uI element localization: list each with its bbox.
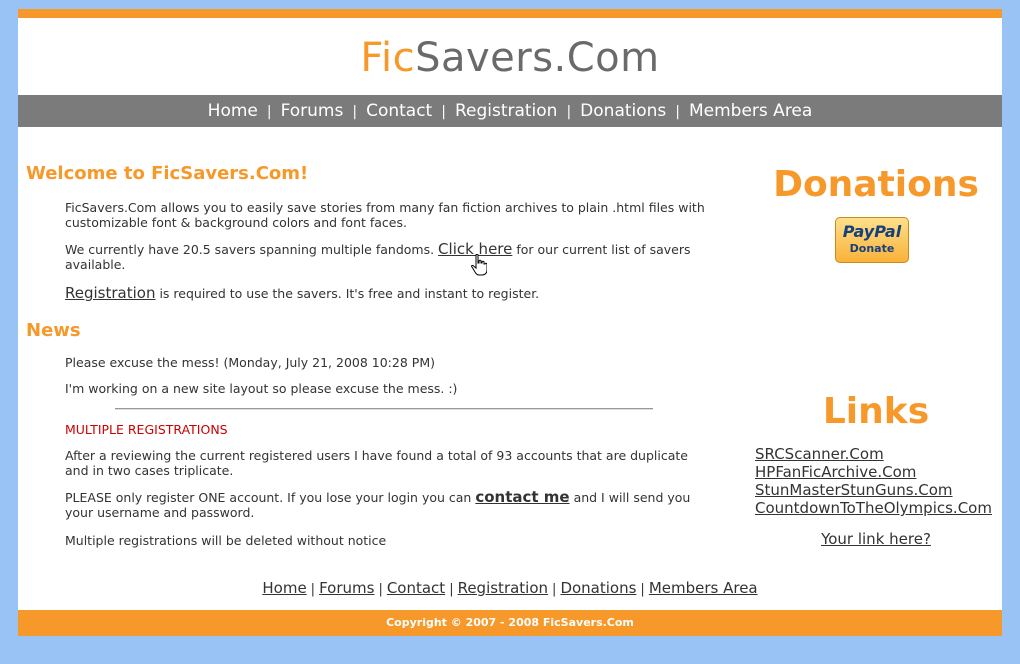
footer-nav: Home | Forums | Contact | Registration | Donatio… bbox=[18, 579, 1002, 597]
donations-title: Donations bbox=[773, 164, 979, 205]
link-srcscanner[interactable]: SRCScanner.Com bbox=[755, 445, 992, 463]
footer-separator: | bbox=[640, 582, 645, 597]
nav-separator: | bbox=[441, 104, 446, 120]
top-nav: Home | Forums | Contact | Registration | Donatio… bbox=[18, 95, 1002, 127]
links-title: Links bbox=[822, 391, 930, 432]
register-text: Registration is required to use the save… bbox=[65, 284, 715, 302]
nav-separator: | bbox=[675, 104, 680, 120]
savers-text: We currently have 20.5 savers spanning m… bbox=[65, 242, 715, 273]
register-once-text: PLEASE only register ONE account. If you… bbox=[65, 488, 715, 521]
top-accent-bar bbox=[18, 9, 1002, 18]
footer-nav-members-area[interactable]: Members Area bbox=[649, 579, 758, 597]
site-logo[interactable]: FicSavers.Com bbox=[18, 36, 1002, 80]
news-heading: News bbox=[26, 320, 81, 341]
footer-separator: | bbox=[378, 582, 383, 597]
link-hpfanficarchive[interactable]: HPFanFicArchive.Com bbox=[755, 463, 992, 481]
link-countdown-olympics[interactable]: CountdownToTheOlympics.Com bbox=[755, 499, 992, 517]
nav-separator: | bbox=[352, 104, 358, 120]
footer-nav-home[interactable]: Home bbox=[262, 579, 306, 597]
multiple-registrations-heading: MULTIPLE REGISTRATIONS bbox=[65, 422, 228, 437]
news-message: I'm working on a new site layout so plea… bbox=[65, 381, 458, 396]
hand-pointer-cursor-icon bbox=[471, 254, 487, 276]
registration-link[interactable]: Registration bbox=[65, 284, 155, 302]
footer-nav-forums[interactable]: Forums bbox=[319, 579, 374, 597]
page: FicSavers.Com Home | Forums | Contact | Regist… bbox=[18, 9, 1002, 636]
nav-home[interactable]: Home bbox=[208, 101, 258, 121]
nav-donations[interactable]: Donations bbox=[580, 101, 666, 121]
logo-part-savers: Savers.Com bbox=[415, 35, 660, 81]
link-stunmaster[interactable]: StunMasterStunGuns.Com bbox=[755, 481, 992, 499]
intro-text: FicSavers.Com allows you to easily save … bbox=[65, 200, 705, 230]
nav-forums[interactable]: Forums bbox=[281, 101, 344, 121]
register-text-after: is required to use the savers. It's free… bbox=[155, 286, 540, 301]
paypal-donate-label: Donate bbox=[849, 242, 895, 255]
deletion-notice: Multiple registrations will be deleted w… bbox=[65, 533, 387, 548]
copyright-bar: Copyright © 2007 - 2008 FicSavers.Com bbox=[18, 610, 1002, 636]
nav-registration[interactable]: Registration bbox=[455, 101, 558, 121]
footer-separator: | bbox=[310, 582, 316, 597]
footer-separator: | bbox=[449, 582, 454, 597]
news-date: Please excuse the mess! (Monday, July 21… bbox=[65, 355, 435, 370]
footer-nav-registration[interactable]: Registration bbox=[458, 579, 548, 597]
savers-text-before: We currently have 20.5 savers spanning m… bbox=[65, 242, 439, 257]
nav-members-area[interactable]: Members Area bbox=[689, 101, 812, 121]
nav-separator: | bbox=[566, 104, 572, 120]
contact-me-link[interactable]: contact me bbox=[475, 488, 569, 506]
logo-part-fic: Fic bbox=[360, 35, 416, 81]
footer-nav-contact[interactable]: Contact bbox=[387, 579, 445, 597]
news-divider bbox=[115, 408, 653, 410]
footer-separator: | bbox=[552, 582, 557, 597]
register-once-before: PLEASE only register ONE account. If you… bbox=[65, 490, 476, 505]
paypal-logo-text: PayPal bbox=[842, 222, 902, 241]
multiple-registrations-text: After a reviewing the current registered… bbox=[65, 448, 688, 478]
your-link-here[interactable]: Your link here? bbox=[762, 530, 990, 548]
welcome-heading: Welcome to FicSavers.Com! bbox=[26, 163, 309, 184]
nav-contact[interactable]: Contact bbox=[366, 101, 432, 121]
nav-separator: | bbox=[266, 104, 272, 120]
links-list: SRCScanner.Com HPFanFicArchive.Com StunM… bbox=[755, 445, 992, 517]
footer-nav-donations[interactable]: Donations bbox=[560, 579, 636, 597]
paypal-donate-button[interactable]: PayPal Donate bbox=[835, 217, 909, 263]
